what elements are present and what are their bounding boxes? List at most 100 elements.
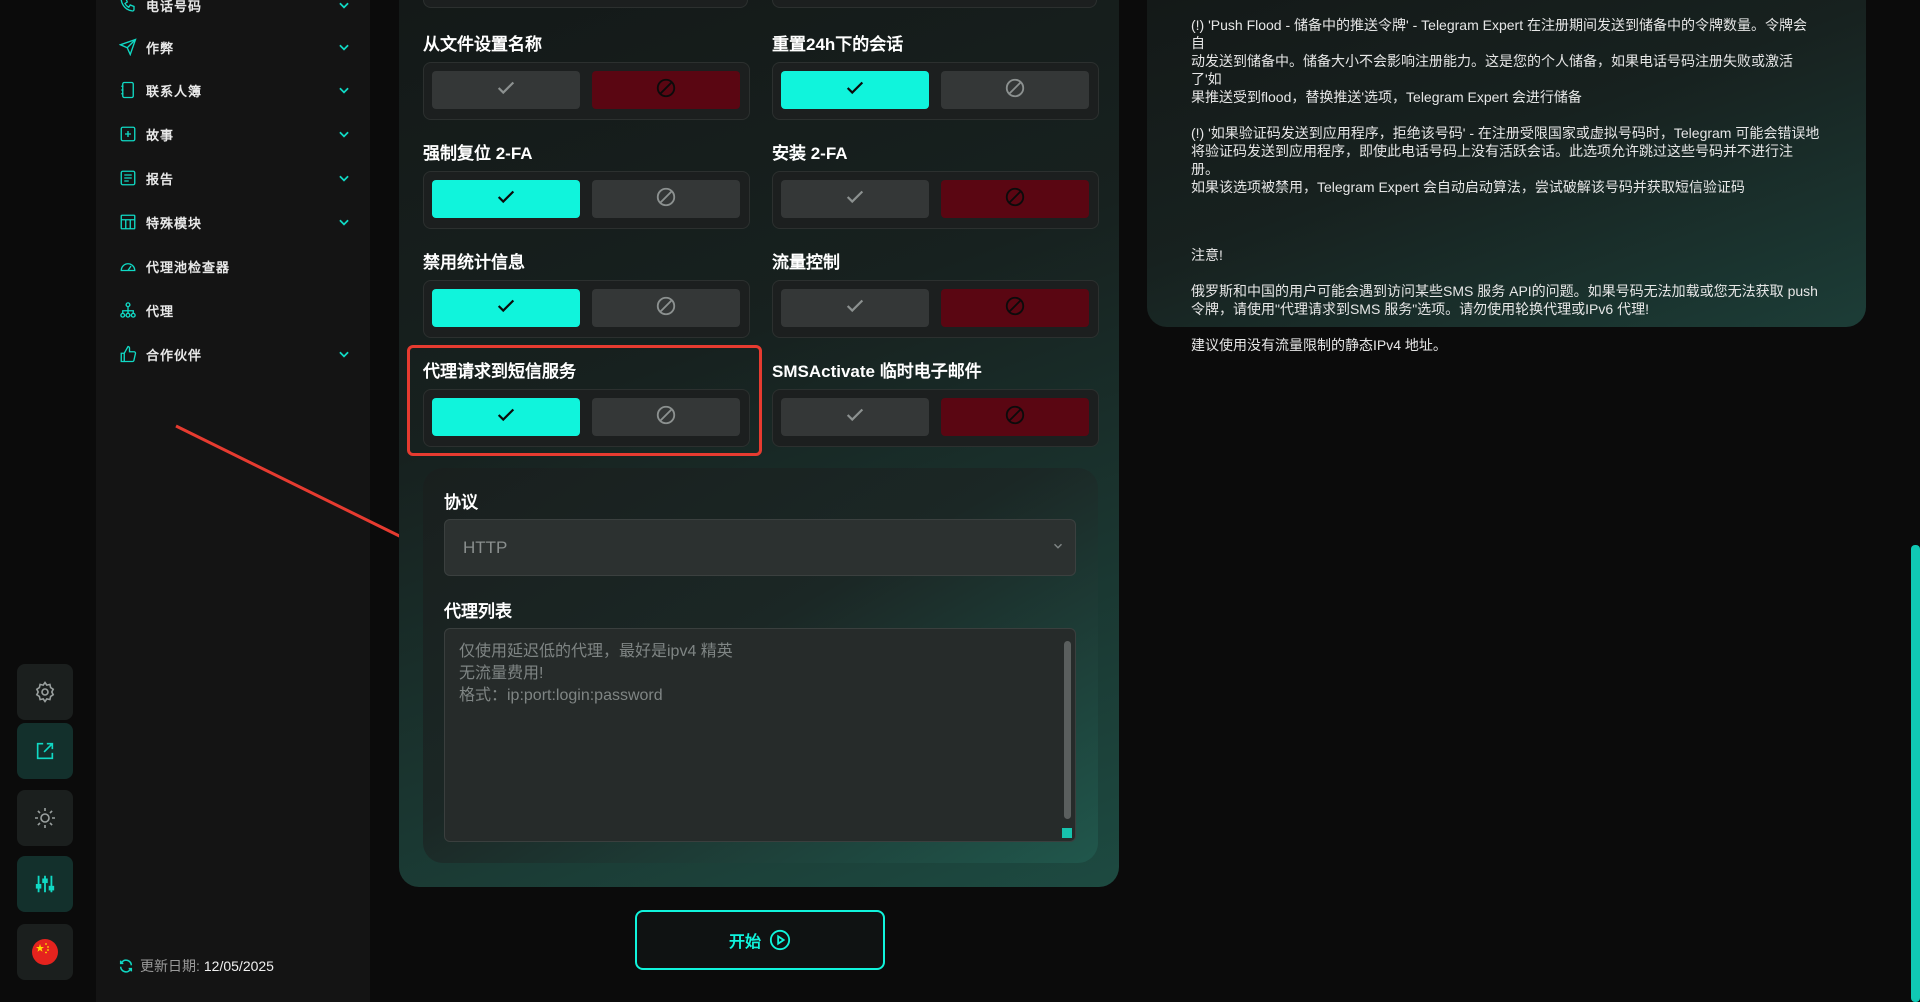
ban-icon (655, 295, 677, 322)
toggle-title: 禁用统计信息 (423, 253, 525, 272)
toggle-enable-button[interactable] (781, 180, 929, 218)
toggle-disable-button[interactable] (941, 398, 1089, 436)
gear-icon (35, 681, 55, 703)
ban-icon (1004, 404, 1026, 431)
toggle-enable-button[interactable] (432, 289, 580, 327)
toggle-group (772, 171, 1099, 229)
contacts-icon (118, 80, 138, 100)
ban-icon (655, 186, 677, 213)
start-button[interactable]: 开始 (635, 910, 885, 970)
info-line: 果推送受到flood，替换推送'选项，Telegram Expert 会进行储备 (1191, 89, 1582, 105)
gauge-icon (118, 256, 138, 276)
chevron-down-icon[interactable] (335, 81, 353, 99)
sidebar-item-stories[interactable]: 故事 (118, 119, 353, 149)
chevron-down-icon[interactable] (335, 345, 353, 363)
sidebar-item-reports[interactable]: 报告 (118, 163, 353, 193)
info-line: (!) '如果验证码发送到应用程序，拒绝该号码' - 在注册受限国家或虚拟号码时… (1191, 125, 1820, 141)
toggle-enable-button[interactable] (781, 289, 929, 327)
sidebar-item-proxy-pool-checker[interactable]: 代理池检查器 (118, 251, 353, 281)
toggle-enable-button[interactable] (432, 180, 580, 218)
protocol-select[interactable]: HTTP (444, 519, 1076, 576)
textarea-scrollbar[interactable] (1064, 641, 1071, 819)
toggle-disable-button[interactable] (941, 71, 1089, 109)
toggle-enable-button[interactable] (781, 398, 929, 436)
toggle-disable-button[interactable] (592, 289, 740, 327)
check-icon (495, 186, 517, 213)
check-icon (844, 295, 866, 322)
toggle-disable-button[interactable] (592, 71, 740, 109)
info-line: 建议使用没有流量限制的静态IPv4 地址。 (1191, 337, 1447, 353)
modules-icon (118, 212, 138, 232)
start-button-label: 开始 (728, 934, 761, 951)
protocol-value: HTTP (463, 537, 508, 557)
info-notes-card: (!) 'Push Flood - 储备中的推送令牌' - Telegram E… (1147, 0, 1866, 353)
sidebar-item-partners[interactable]: 合作伙伴 (118, 339, 353, 369)
language-rail-button[interactable] (17, 924, 73, 980)
chevron-down-icon[interactable] (335, 0, 353, 14)
chevron-down-icon[interactable] (335, 38, 353, 56)
network-icon (118, 300, 138, 320)
sidebar-item-label: 代理池检查器 (146, 259, 231, 275)
toggle-enable-button[interactable] (781, 71, 929, 109)
sidebar-item-phone-numbers[interactable]: 电话号码 (118, 0, 353, 20)
report-icon (118, 168, 138, 188)
settings-rail-button[interactable] (17, 664, 73, 720)
toggle-title: 强制复位 2-FA (423, 144, 533, 163)
china-flag-icon (32, 939, 58, 965)
proxy-placeholder-line: 无流量费用! (459, 665, 544, 682)
sidebar-item-label: 合作伙伴 (146, 347, 203, 363)
refresh-icon (119, 959, 133, 973)
ban-icon (655, 77, 677, 104)
sidebar-item-label: 作弊 (146, 40, 175, 56)
proxy-placeholder-line: 仅使用延迟低的代理，最好是ipv4 精英 (459, 643, 733, 660)
controls-rail-button[interactable] (17, 856, 73, 912)
chevron-down-icon[interactable] (335, 213, 353, 231)
chevron-down-icon (1053, 543, 1063, 549)
sidebar-item-cheat[interactable]: 作弊 (118, 32, 353, 62)
info-line: 动发送到储备中。储备大小不会影响注册能力。这是您的个人储备，如果电话号码注册失败… (1191, 53, 1793, 87)
toggle-title: 从文件设置名称 (423, 35, 542, 54)
info-note-heading: 注意! (1191, 247, 1223, 263)
sidebar-item-proxy[interactable]: 代理 (118, 295, 353, 325)
proxy-list-textarea[interactable]: 仅使用延迟低的代理，最好是ipv4 精英 无流量费用! 格式：ip:port:l… (444, 628, 1076, 842)
sliders-icon (35, 875, 55, 893)
sidebar-item-label: 故事 (146, 127, 175, 143)
ban-icon (1004, 77, 1026, 104)
sidebar-item-special-modules[interactable]: 特殊模块 (118, 207, 353, 237)
proxy-settings-panel: 协议 HTTP 代理列表 仅使用延迟低的代理，最好是ipv4 精英 无流量费用!… (423, 468, 1098, 863)
toggle-title: SMSActivate 临时电子邮件 (772, 362, 982, 381)
send-icon (118, 37, 138, 57)
toggle-group (423, 171, 750, 229)
protocol-label: 协议 (444, 493, 478, 512)
plus-square-icon (118, 124, 138, 144)
previous-toggle-group (423, 0, 748, 8)
sidebar-item-label: 电话号码 (146, 0, 203, 14)
toggle-disable-button[interactable] (941, 289, 1089, 327)
ban-icon (1004, 186, 1026, 213)
sun-icon (35, 808, 55, 828)
phone-icon (118, 0, 138, 15)
app-window: 电话号码 作弊 联系人簿 故事 报告 特殊模块 代理池检查器 代理 合作伙伴 更… (0, 0, 1920, 1002)
open-external-rail-button[interactable] (17, 723, 73, 779)
toggle-disable-button[interactable] (941, 180, 1089, 218)
update-date: 更新日期: 12/05/2025 (118, 956, 274, 976)
update-date-label: 更新日期: (140, 958, 200, 974)
toggle-enable-button[interactable] (432, 71, 580, 109)
textarea-resize-handle[interactable] (1062, 828, 1072, 838)
chevron-down-icon[interactable] (335, 125, 353, 143)
annotation-highlight-box (407, 345, 762, 456)
info-line: 俄罗斯和中国的用户可能会遇到访问某些SMS 服务 API的问题。如果号码无法加载… (1191, 283, 1818, 299)
info-line: 将验证码发送到应用程序，即使此电话号码上没有活跃会话。此选项允许跳过这些号码并不… (1191, 143, 1793, 177)
check-icon (495, 77, 517, 104)
sidebar-item-contacts[interactable]: 联系人簿 (118, 75, 353, 105)
page-scrollbar[interactable] (1911, 545, 1920, 1002)
sidebar-item-label: 联系人簿 (146, 83, 203, 99)
ban-icon (1004, 295, 1026, 322)
check-icon (844, 404, 866, 431)
external-link-icon (36, 742, 54, 760)
theme-rail-button[interactable] (17, 790, 73, 846)
toggle-disable-button[interactable] (592, 180, 740, 218)
chevron-down-icon[interactable] (335, 169, 353, 187)
update-date-value: 12/05/2025 (203, 958, 274, 974)
sidebar-item-label: 特殊模块 (146, 215, 203, 231)
